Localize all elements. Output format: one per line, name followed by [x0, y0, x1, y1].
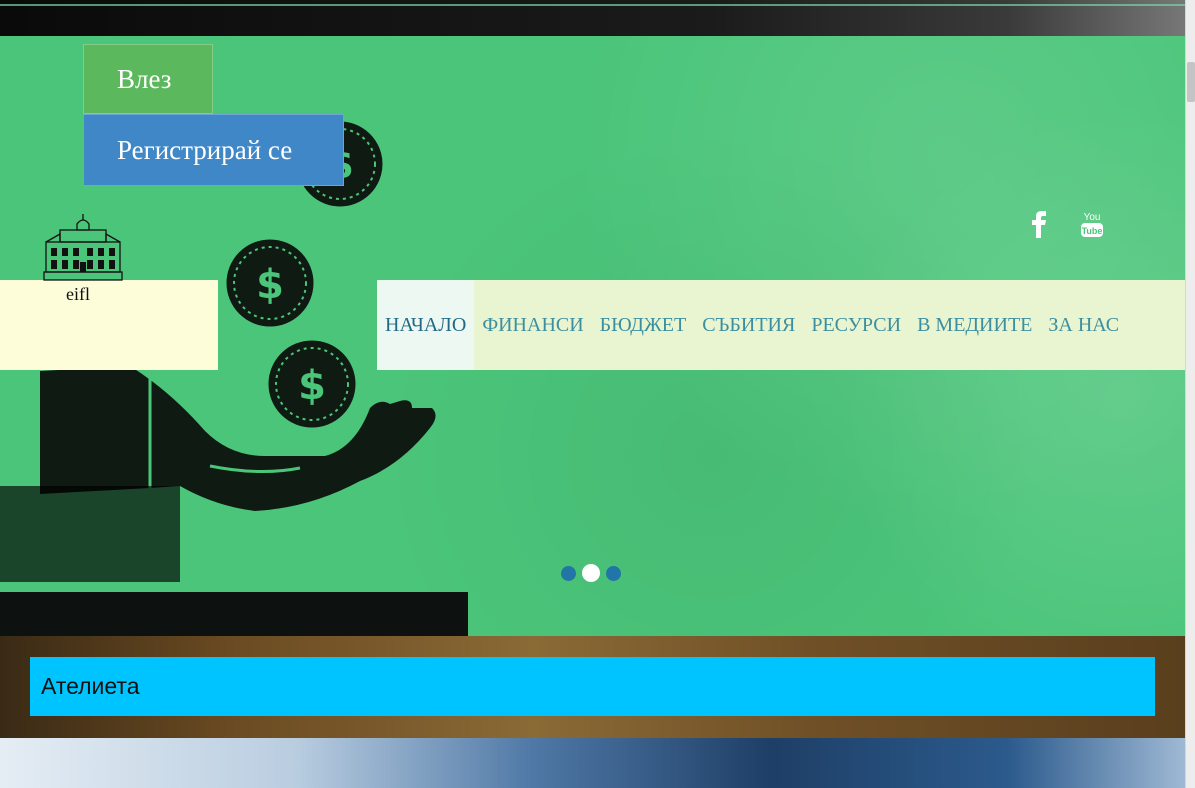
- logo-box[interactable]: [0, 280, 218, 370]
- svg-text:$: $: [256, 262, 284, 308]
- keyboard-image: [0, 738, 1185, 788]
- nav-item-events[interactable]: СЪБИТИЯ: [694, 280, 803, 370]
- top-banner-strip: [0, 0, 1185, 36]
- slider-dot-1[interactable]: [561, 565, 576, 581]
- login-button[interactable]: Влез: [83, 44, 213, 114]
- hero-dark-strip: [0, 592, 468, 636]
- nav-item-about[interactable]: ЗА НАС: [1040, 280, 1127, 370]
- slider-dots: [561, 564, 621, 582]
- facebook-icon[interactable]: [1026, 208, 1052, 240]
- nav-item-resources[interactable]: РЕСУРСИ: [803, 280, 909, 370]
- youtube-icon[interactable]: You Tube: [1078, 208, 1106, 240]
- main-navigation: НАЧАЛО ФИНАНСИ БЮДЖЕТ СЪБИТИЯ РЕСУРСИ В …: [377, 280, 1185, 370]
- nav-item-finance[interactable]: ФИНАНСИ: [474, 280, 591, 370]
- register-button[interactable]: Регистрирай се: [83, 114, 344, 186]
- building-icon: [43, 214, 123, 281]
- scrollbar-thumb[interactable]: [1187, 62, 1195, 102]
- nav-item-home[interactable]: НАЧАЛО: [377, 280, 475, 370]
- top-strip-line: [0, 4, 1185, 6]
- slider-dot-2[interactable]: [582, 564, 600, 582]
- svg-text:Tube: Tube: [1082, 226, 1103, 236]
- section-title: Ателиета: [30, 657, 1155, 716]
- vertical-scrollbar[interactable]: [1185, 0, 1195, 788]
- nav-item-budget[interactable]: БЮДЖЕТ: [592, 280, 695, 370]
- nav-item-media[interactable]: В МЕДИИТЕ: [909, 280, 1040, 370]
- hero-dark-overlay: [0, 486, 180, 582]
- slider-dot-3[interactable]: [606, 565, 621, 581]
- svg-text:You: You: [1084, 212, 1101, 223]
- svg-text:$: $: [298, 363, 326, 409]
- logo-text: eifl: [66, 284, 90, 304]
